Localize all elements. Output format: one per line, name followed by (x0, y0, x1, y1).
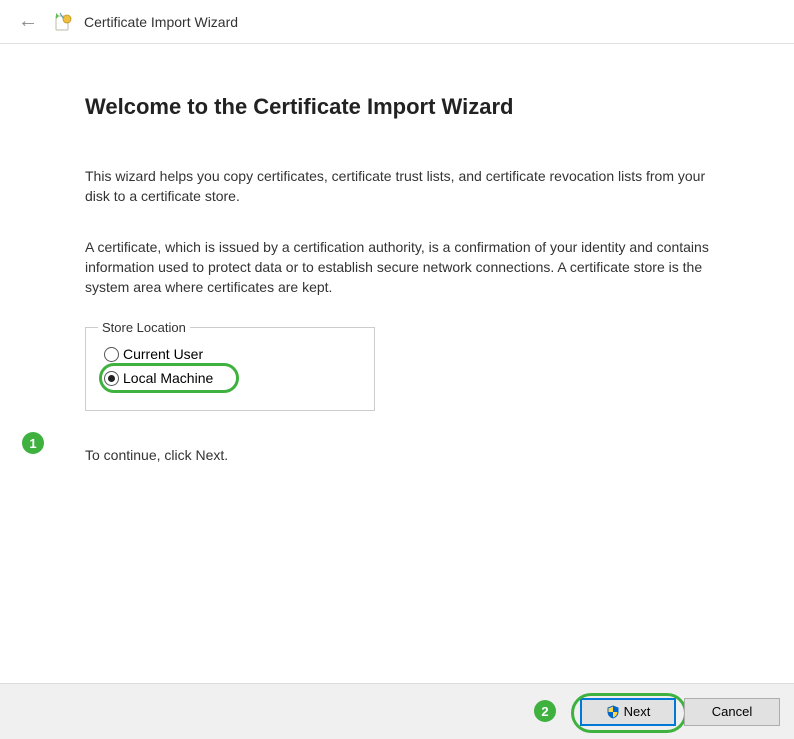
store-location-group: Store Location Current User Local Machin… (85, 327, 375, 411)
radio-icon (104, 371, 119, 386)
radio-label: Current User (123, 346, 203, 362)
radio-local-machine[interactable]: Local Machine (104, 370, 362, 386)
next-button-label: Next (624, 704, 651, 719)
back-arrow-icon[interactable]: ← (12, 10, 44, 33)
intro-paragraph-2: A certificate, which is issued by a cert… (85, 237, 709, 298)
next-button[interactable]: Next (580, 698, 676, 726)
cancel-button[interactable]: Cancel (684, 698, 780, 726)
certificate-icon (54, 12, 74, 32)
radio-label: Local Machine (123, 370, 213, 386)
radio-icon (104, 347, 119, 362)
wizard-content: Welcome to the Certificate Import Wizard… (0, 44, 794, 483)
page-heading: Welcome to the Certificate Import Wizard (85, 94, 709, 120)
intro-paragraph-1: This wizard helps you copy certificates,… (85, 166, 709, 207)
window-title: Certificate Import Wizard (84, 14, 238, 30)
continue-text: To continue, click Next. (85, 447, 709, 463)
radio-current-user[interactable]: Current User (104, 346, 362, 362)
wizard-footer: Next Cancel (0, 683, 794, 739)
shield-icon (606, 705, 620, 719)
titlebar: ← Certificate Import Wizard (0, 0, 794, 44)
cancel-button-label: Cancel (712, 704, 752, 719)
fieldset-legend: Store Location (98, 320, 190, 335)
